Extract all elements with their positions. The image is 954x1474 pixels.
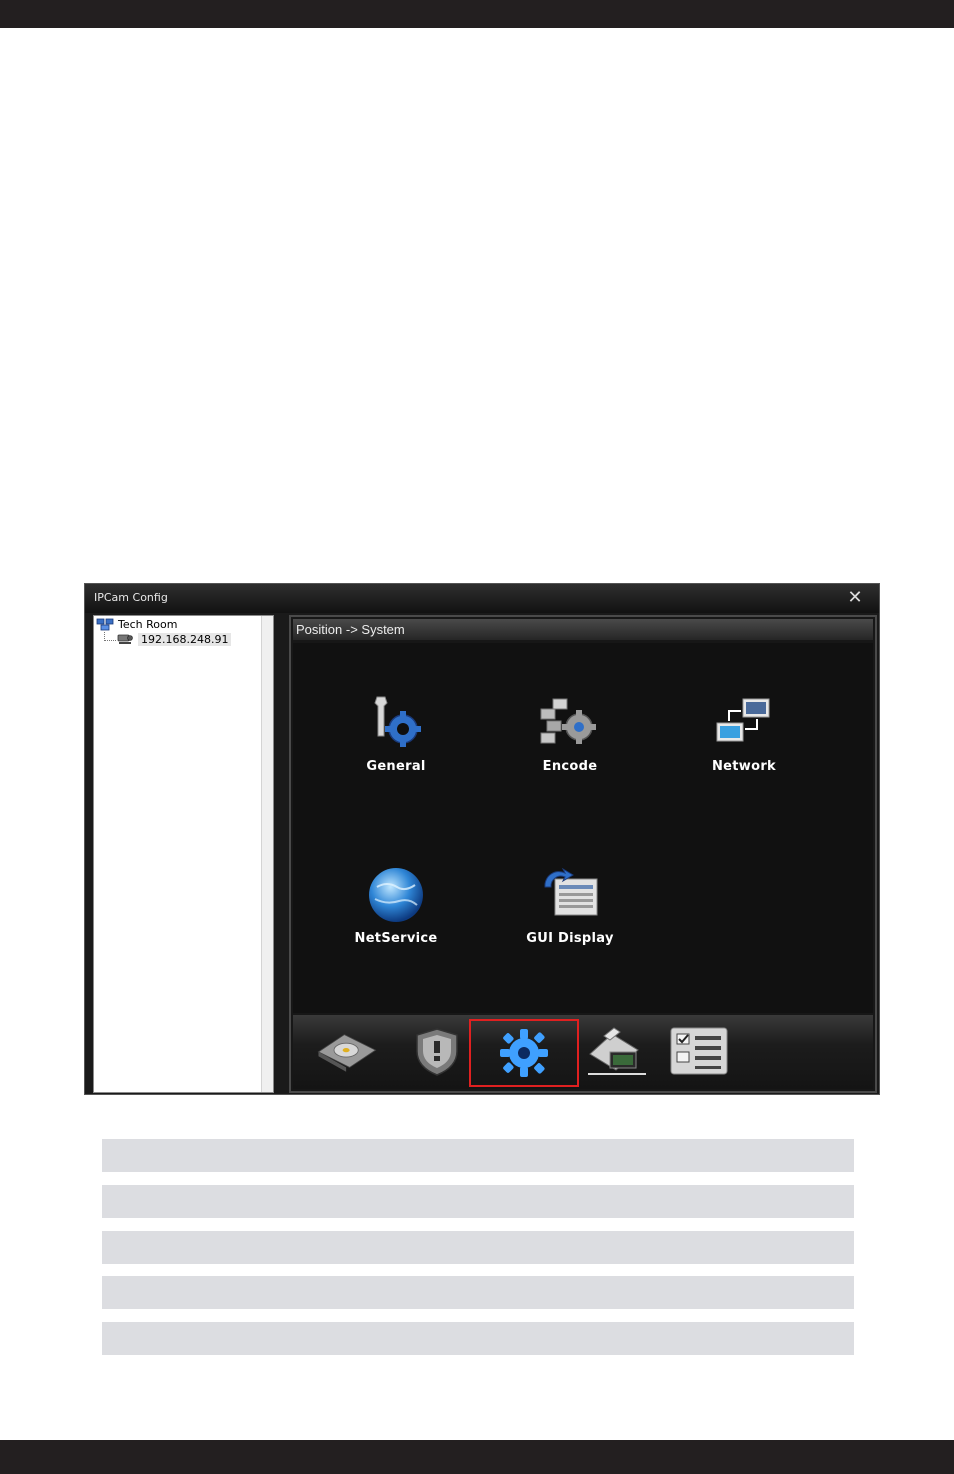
system-gear-icon (500, 1029, 548, 1077)
encode-tile[interactable]: Encode (495, 693, 645, 774)
gui-display-icon (544, 867, 598, 916)
advanced-tools-icon (588, 1027, 646, 1075)
main-panel: Position -> System General Encode Networ… (289, 615, 877, 1093)
system-menu-grid: General Encode Network NetService GUI Di… (293, 643, 873, 1013)
device-ip-label: 192.168.248.91 (138, 633, 232, 646)
gray-band-1 (102, 1139, 854, 1172)
alarm-shield-icon (416, 1028, 458, 1076)
encode-gears-icon (540, 698, 596, 744)
ipcam-config-window: IPCam Config ✕ Tech Room 192.168.248.91 … (84, 583, 880, 1095)
tree-scrollbar[interactable] (261, 616, 273, 1092)
title-bar: IPCam Config ✕ (85, 584, 879, 613)
tree-connector (104, 632, 116, 641)
tree-node-device[interactable]: 192.168.248.91 (116, 633, 232, 646)
category-toolbar (293, 1015, 873, 1089)
device-tree: Tech Room 192.168.248.91 (93, 615, 274, 1093)
general-label: General (366, 759, 426, 774)
gui-display-label: GUI Display (526, 931, 614, 946)
tree-node-tech-room[interactable]: Tech Room (96, 618, 177, 631)
gray-band-2 (102, 1185, 854, 1218)
globe-icon (369, 868, 423, 922)
network-label: Network (711, 759, 776, 774)
system-tool-button[interactable] (469, 1019, 579, 1087)
network-tile[interactable]: Network (669, 693, 819, 774)
tree-root-label: Tech Room (118, 618, 178, 631)
network-computers-icon (716, 698, 770, 742)
wrench-gear-icon (374, 696, 421, 747)
advanced-tool-button[interactable] (583, 1021, 647, 1081)
gui-display-tile[interactable]: GUI Display (495, 865, 645, 946)
netservice-label: NetService (354, 931, 438, 946)
page-footer-band (0, 1440, 954, 1474)
encode-label: Encode (542, 759, 598, 774)
record-tool-button[interactable] (315, 1021, 379, 1081)
window-title: IPCam Config (94, 591, 168, 604)
general-tile[interactable]: General (321, 693, 471, 774)
breadcrumb: Position -> System (293, 619, 873, 640)
close-button[interactable]: ✕ (845, 588, 865, 608)
alarm-tool-button[interactable] (405, 1021, 469, 1081)
network-group-icon (96, 618, 114, 631)
netservice-tile[interactable]: NetService (321, 865, 471, 946)
record-storage-icon (317, 1034, 377, 1072)
gray-band-5 (102, 1322, 854, 1355)
page-header-band (0, 0, 954, 28)
camera-device-icon (117, 634, 133, 644)
info-checklist-icon (670, 1027, 728, 1075)
gray-band-4 (102, 1276, 854, 1309)
info-tool-button[interactable] (667, 1021, 731, 1081)
gray-band-3 (102, 1231, 854, 1264)
